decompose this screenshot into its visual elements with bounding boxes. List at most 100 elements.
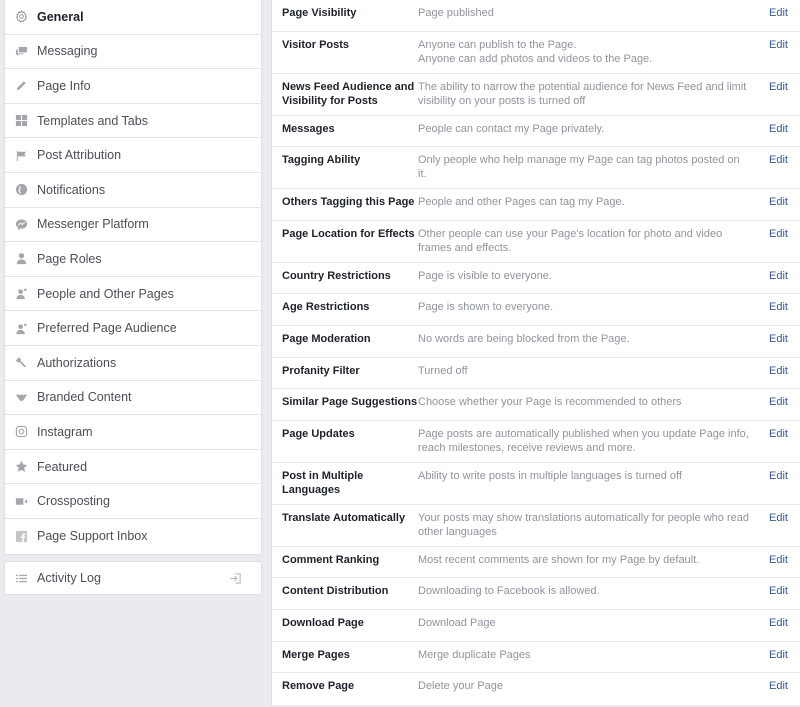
setting-row-page-updates: Page Updates Page posts are automatically… <box>272 421 800 463</box>
setting-label: Page Moderation <box>282 332 371 345</box>
handshake-icon <box>14 390 28 404</box>
setting-row-post-in-multiple-languages: Post in Multiple Languages Ability to wri… <box>272 463 800 505</box>
setting-label: Page Location for Effects <box>282 227 415 240</box>
setting-row-content-distribution: Content Distribution Downloading to Faceb… <box>272 578 800 610</box>
sidebar-item-branded-content[interactable]: Branded Content <box>5 381 261 416</box>
edit-link[interactable]: Edit <box>760 584 800 602</box>
setting-label: Others Tagging this Page <box>282 196 415 209</box>
sidebar-item-authorizations[interactable]: Authorizations <box>5 346 261 381</box>
edit-link[interactable]: Edit <box>760 364 800 382</box>
sidebar-item-instagram[interactable]: Instagram <box>5 415 261 450</box>
sidebar-item-label: Notifications <box>37 182 106 197</box>
setting-value-line: Ability to write posts in multiple langu… <box>418 469 682 482</box>
setting-row-page-moderation: Page Moderation No words are being blocke… <box>272 326 800 358</box>
general-settings-table: Page Visibility Page published Edit Visitor… <box>271 0 800 705</box>
setting-row-remove-page: Remove Page Delete your Page Edit <box>272 673 800 705</box>
edit-link[interactable]: Edit <box>760 80 800 108</box>
edit-link[interactable]: Edit <box>760 153 800 181</box>
sidebar-item-messaging[interactable]: Messaging <box>5 35 261 70</box>
sidebar-item-messenger-platform[interactable]: Messenger Platform <box>5 208 261 243</box>
setting-value: Page published <box>418 6 760 24</box>
setting-value-line: Choose whether your Page is recommended … <box>418 396 682 409</box>
sidebar-item-label: Branded Content <box>37 390 132 405</box>
setting-label: Translate Automatically <box>282 511 406 524</box>
sidebar-item-notifications[interactable]: Notifications <box>5 173 261 208</box>
setting-label: Comment Ranking <box>282 553 380 566</box>
sidebar-item-page-info[interactable]: Page Info <box>5 69 261 104</box>
setting-value-line: The ability to narrow the potential audi… <box>418 80 747 107</box>
facebook-icon <box>14 529 28 543</box>
sidebar-item-label: Messaging <box>37 44 98 59</box>
setting-row-download-page: Download Page Download Page Edit <box>272 610 800 642</box>
sidebar-item-page-support-inbox[interactable]: Page Support Inbox <box>5 519 261 554</box>
edit-link[interactable]: Edit <box>760 195 800 213</box>
wrench-icon <box>14 356 28 370</box>
sidebar-item-label: Page Support Inbox <box>37 529 148 544</box>
setting-row-messages: Messages People can contact my Page priva… <box>272 116 800 148</box>
setting-value: Page is shown to everyone. <box>418 300 760 318</box>
setting-value: Delete your Page <box>418 679 760 698</box>
sidebar-item-featured[interactable]: Featured <box>5 450 261 485</box>
sidebar-item-general[interactable]: General <box>5 0 261 35</box>
setting-value-line: Other people can use your Page's locatio… <box>418 227 723 254</box>
edit-link[interactable]: Edit <box>760 553 800 571</box>
setting-value: People and other Pages can tag my Page. <box>418 195 760 213</box>
setting-value: No words are being blocked from the Page… <box>418 332 760 350</box>
sidebar-item-page-roles[interactable]: Page Roles <box>5 242 261 277</box>
setting-label: Content Distribution <box>282 585 389 598</box>
setting-label: Messages <box>282 122 335 135</box>
edit-link[interactable]: Edit <box>760 469 800 497</box>
setting-value-line: Page is visible to everyone. <box>418 269 552 282</box>
edit-link[interactable]: Edit <box>760 427 800 455</box>
edit-link[interactable]: Edit <box>760 227 800 255</box>
edit-link[interactable]: Edit <box>760 648 800 666</box>
edit-link[interactable]: Edit <box>760 6 800 24</box>
setting-value-line: Merge duplicate Pages <box>418 648 531 661</box>
edit-link[interactable]: Edit <box>760 616 800 634</box>
setting-value: Downloading to Facebook is allowed. <box>418 584 760 602</box>
edit-link[interactable]: Edit <box>760 511 800 539</box>
setting-value: Page posts are automatically published w… <box>418 427 760 455</box>
person-icon <box>14 252 28 266</box>
setting-row-similar-page-suggestions: Similar Page Suggestions Choose whether y… <box>272 389 800 421</box>
settings-sidebar: General Messaging Page Info Templates and T… <box>4 0 262 555</box>
setting-row-age-restrictions: Age Restrictions Page is shown to everyon… <box>272 294 800 326</box>
edit-link[interactable]: Edit <box>760 332 800 350</box>
activity-log-link[interactable]: Activity Log <box>4 561 262 595</box>
setting-label: Download Page <box>282 616 364 629</box>
chat-bubbles-icon <box>14 44 28 58</box>
setting-label: Visitor Posts <box>282 38 350 51</box>
setting-value: Merge duplicate Pages <box>418 648 760 666</box>
edit-link[interactable]: Edit <box>760 300 800 318</box>
sidebar-item-label: Authorizations <box>37 355 117 370</box>
edit-link[interactable]: Edit <box>760 679 800 698</box>
gear-icon <box>14 10 28 24</box>
sidebar-item-crossposting[interactable]: Crossposting <box>5 484 261 519</box>
setting-row-page-location-for-effects: Page Location for Effects Other people ca… <box>272 221 800 263</box>
star-icon <box>14 460 28 474</box>
setting-value-line: Turned off <box>418 364 468 377</box>
sidebar-item-post-attribution[interactable]: Post Attribution <box>5 138 261 173</box>
setting-row-others-tagging-this-page: Others Tagging this Page People and other… <box>272 189 800 221</box>
messenger-icon <box>14 217 28 231</box>
edit-link[interactable]: Edit <box>760 122 800 140</box>
activity-log-label: Activity Log <box>37 571 101 585</box>
edit-link[interactable]: Edit <box>760 395 800 413</box>
setting-value: Choose whether your Page is recommended … <box>418 395 760 413</box>
grid-icon <box>14 114 28 128</box>
setting-value: Your posts may show translations automat… <box>418 511 760 539</box>
sidebar-item-templates-and-tabs[interactable]: Templates and Tabs <box>5 104 261 139</box>
setting-row-translate-automatically: Translate Automatically Your posts may sh… <box>272 505 800 547</box>
setting-label: Profanity Filter <box>282 364 360 377</box>
setting-value-line: Most recent comments are shown for my Pa… <box>418 553 700 566</box>
sidebar-item-label: Crossposting <box>37 494 110 509</box>
sidebar-item-people-and-other-pages[interactable]: People and Other Pages <box>5 277 261 312</box>
setting-row-profanity-filter: Profanity Filter Turned off Edit <box>272 358 800 390</box>
instagram-icon <box>14 425 28 439</box>
setting-value-line: Page posts are automatically published w… <box>418 427 749 454</box>
edit-link[interactable]: Edit <box>760 269 800 287</box>
sidebar-item-preferred-page-audience[interactable]: Preferred Page Audience <box>5 311 261 346</box>
sidebar-item-label: Messenger Platform <box>37 217 149 232</box>
sign-in-icon[interactable] <box>228 571 242 585</box>
edit-link[interactable]: Edit <box>760 38 800 66</box>
